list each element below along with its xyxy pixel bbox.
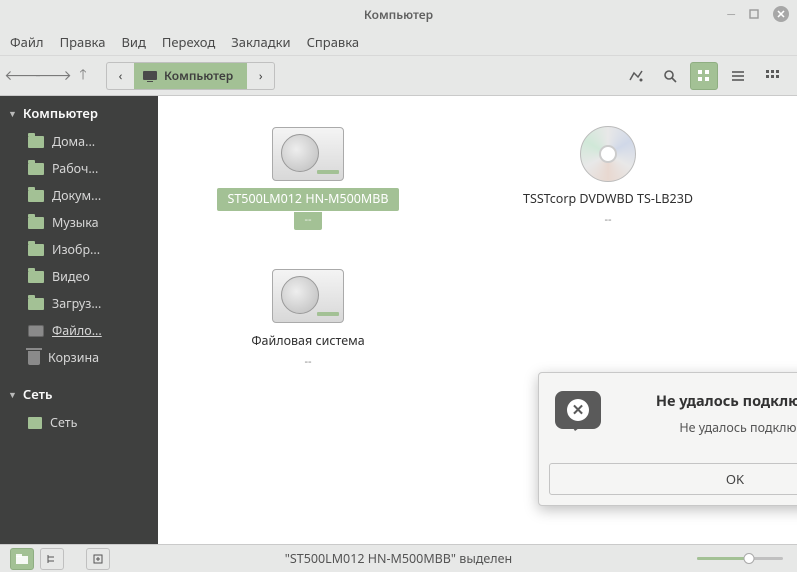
file-label: ST500LM012 HN-M500MBB [217,188,398,211]
drive-item-dvd[interactable]: TSSTcorp DVDWBD TS-LB23D -- [478,124,738,230]
folder-icon [28,271,44,283]
harddisk-icon [272,269,344,323]
error-dialog: ✕ ✕ Не удалось подключить адрес Не удало… [538,372,797,506]
harddisk-icon [272,127,344,181]
network-icon [28,417,42,429]
sidebar-item-downloads[interactable]: Загруз... [0,290,158,317]
file-view[interactable]: ST500LM012 HN-M500MBB -- TSSTcorp DVDWBD… [158,96,797,572]
path-label: Компьютер [164,67,233,84]
sidebar-item-trash[interactable]: Корзина [0,344,158,371]
places-pane-button[interactable] [10,548,34,570]
menu-bookmarks[interactable]: Закладки [231,33,290,51]
dialog-title: Не удалось подключить адрес [623,391,797,411]
menu-file[interactable]: Файл [10,33,44,51]
sidebar-group-network[interactable]: ▼ Сеть [0,377,158,409]
close-pane-button[interactable] [86,548,110,570]
drive-item-filesystem[interactable]: Файловая система -- [178,266,438,369]
sidebar-item-music[interactable]: Музыка [0,209,158,236]
sidebar-item-pictures[interactable]: Изобр... [0,236,158,263]
menu-help[interactable]: Справка [307,33,360,51]
optical-disc-icon [580,126,636,182]
forward-button[interactable]: 🡒 [40,63,66,89]
error-icon: ✕ [555,391,609,445]
titlebar: Компьютер ─ ✕ [0,0,797,28]
compact-view-button[interactable] [758,62,786,90]
menu-go[interactable]: Переход [162,33,215,51]
sidebar-item-documents[interactable]: Докум... [0,182,158,209]
file-subtitle: -- [604,212,611,227]
statusbar: "ST500LM012 HN-M500MBB" выделен [0,544,797,572]
menubar: Файл Правка Вид Переход Закладки Справка [0,28,797,56]
pathbar: ‹ Компьютер › [106,62,275,90]
maximize-button[interactable] [749,9,759,19]
tree-pane-button[interactable] [40,548,64,570]
sidebar-item-filesystem[interactable]: Файло... [0,317,158,344]
zoom-slider[interactable] [697,557,783,560]
window-title: Компьютер [364,6,433,23]
icon-view-button[interactable] [690,62,718,90]
sidebar: ▼ Компьютер Дома... Рабоч... Докум... Му… [0,96,158,572]
sidebar-item-desktop[interactable]: Рабоч... [0,155,158,182]
file-label: Файловая система [241,330,374,353]
folder-icon [28,298,44,310]
toolbar: 🡐 🡒 🡑 ‹ Компьютер › [0,56,797,96]
menu-view[interactable]: Вид [121,33,145,51]
menu-edit[interactable]: Правка [60,33,106,51]
path-current[interactable]: Компьютер [134,62,247,90]
window-controls: ─ ✕ [727,6,789,22]
toggle-location-button[interactable] [622,62,650,90]
folder-icon [28,217,44,229]
status-text: "ST500LM012 HN-M500MBB" выделен [285,550,512,567]
caret-down-icon: ▼ [8,388,17,401]
dialog-ok-button[interactable]: OK [549,463,797,495]
file-subtitle: -- [294,212,321,230]
search-button[interactable] [656,62,684,90]
folder-icon [28,163,44,175]
file-label: TSSTcorp DVDWBD TS-LB23D [513,188,703,211]
minimize-button[interactable]: ─ [727,7,735,22]
list-view-button[interactable] [724,62,752,90]
sidebar-item-network[interactable]: Сеть [0,409,158,436]
sidebar-group-computer[interactable]: ▼ Компьютер [0,96,158,128]
sidebar-item-videos[interactable]: Видео [0,263,158,290]
drive-icon [28,325,44,337]
dialog-message: Не удалось подключить файл [623,419,797,436]
sidebar-group-label: Сеть [23,385,53,403]
trash-icon [28,351,40,365]
path-prev-button[interactable]: ‹ [106,62,134,90]
sidebar-group-label: Компьютер [23,104,98,122]
caret-down-icon: ▼ [8,107,17,120]
sidebar-item-home[interactable]: Дома... [0,128,158,155]
close-button[interactable]: ✕ [773,6,789,22]
path-next-button[interactable]: › [247,62,275,90]
computer-icon [142,70,158,82]
folder-icon [28,244,44,256]
folder-icon [28,136,44,148]
back-button[interactable]: 🡐 [10,63,36,89]
drive-item-st500[interactable]: ST500LM012 HN-M500MBB -- [178,124,438,230]
folder-icon [28,190,44,202]
up-button[interactable]: 🡑 [70,63,96,89]
file-subtitle: -- [304,354,311,369]
